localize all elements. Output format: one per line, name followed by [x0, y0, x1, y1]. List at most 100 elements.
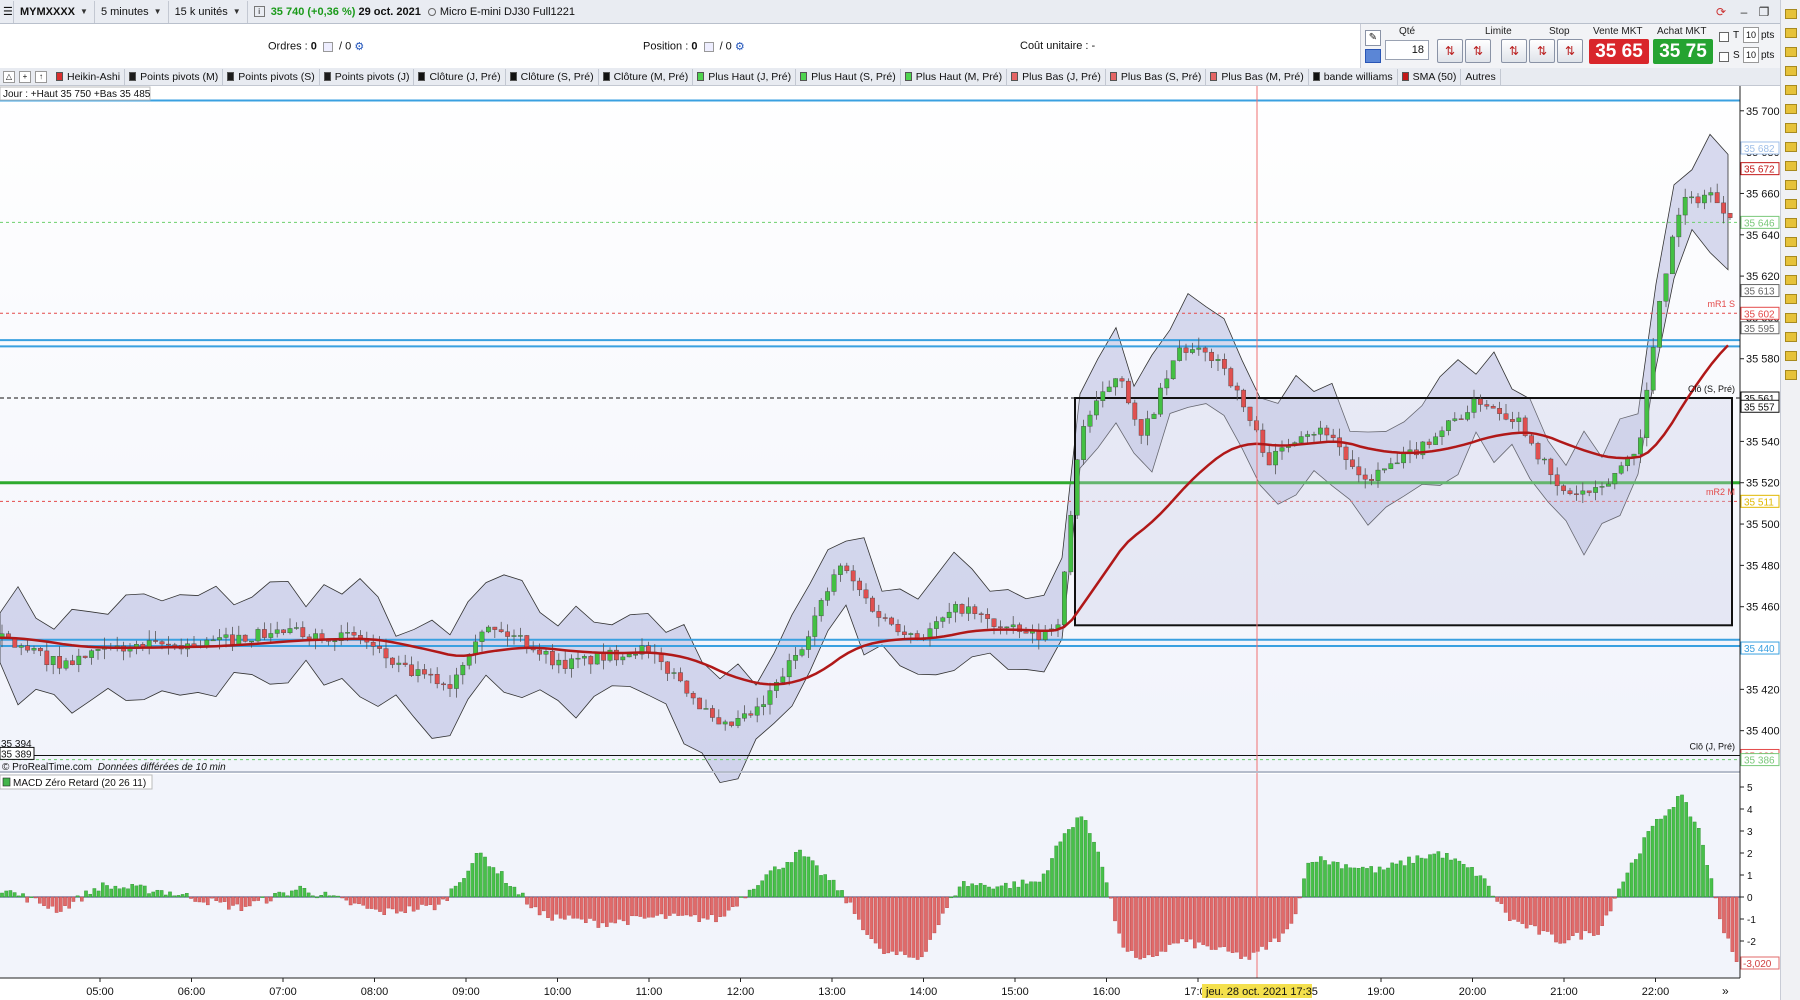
candle-body — [1145, 418, 1151, 436]
candle-body — [818, 600, 824, 617]
macd-bar — [1507, 896, 1512, 921]
macd-bar — [1260, 896, 1264, 947]
instrument-select[interactable]: MYMXXXX ▼ — [14, 0, 95, 23]
candle-body — [1196, 347, 1202, 350]
tool-icon-16[interactable] — [1784, 294, 1797, 304]
tool-icon-15[interactable] — [1784, 275, 1797, 285]
tools-icon[interactable]: ✎ — [1365, 30, 1381, 46]
macd-bar — [184, 893, 189, 898]
macd-bar — [273, 893, 277, 898]
stop-buy-button[interactable]: ⇅ — [1501, 39, 1527, 63]
range-box-rect[interactable] — [1074, 397, 1733, 627]
tool-icon-7[interactable] — [1784, 123, 1797, 133]
tool-icon-8[interactable] — [1784, 142, 1797, 152]
stop-extra-button[interactable]: ⇅ — [1557, 39, 1583, 63]
candle-body — [63, 660, 69, 669]
candle-body — [1042, 631, 1048, 640]
add-indicator-icon[interactable]: + — [19, 70, 31, 83]
candle-body — [95, 649, 101, 651]
tool-icon-12[interactable] — [1784, 218, 1797, 228]
info-icon[interactable]: i — [253, 6, 265, 17]
macd-bar — [311, 895, 315, 898]
calculator-icon[interactable] — [1365, 49, 1381, 63]
quantity-input[interactable]: 18 — [1385, 40, 1429, 60]
macd-bar — [369, 896, 374, 909]
legend-item[interactable]: Points pivots (M) — [125, 68, 224, 85]
restore-icon[interactable]: ❐ — [1755, 3, 1773, 21]
tool-icon-17[interactable] — [1784, 313, 1797, 323]
tool-icon-6[interactable] — [1784, 104, 1797, 114]
timeframe-select[interactable]: 5 minutes ▼ — [95, 0, 169, 23]
limit-sell-button[interactable]: ⇅ — [1465, 39, 1491, 63]
legend-item[interactable]: bande williams — [1309, 68, 1398, 85]
macd-bar — [684, 896, 689, 916]
tool-icon-14[interactable] — [1784, 256, 1797, 266]
candle-body — [1260, 429, 1266, 453]
s-points-input[interactable]: 10 — [1743, 47, 1759, 63]
legend-item[interactable]: Plus Bas (S, Pré) — [1106, 68, 1207, 85]
legend-item[interactable]: Points pivots (S) — [223, 68, 320, 85]
tool-icon-4[interactable] — [1784, 66, 1797, 76]
macd-bar — [1478, 875, 1483, 898]
candle-body — [793, 655, 799, 661]
legend-item[interactable]: Plus Haut (S, Pré) — [796, 68, 901, 85]
refresh-icon[interactable]: ⟳ — [1712, 3, 1730, 21]
macd-bar — [105, 885, 109, 898]
legend-item[interactable]: Clôture (S, Pré) — [506, 68, 599, 85]
tool-icon-2[interactable] — [1784, 28, 1797, 38]
candle-body — [1554, 474, 1560, 487]
arrow-up-icon[interactable]: ↑ — [35, 70, 47, 83]
gear-icon[interactable]: ⚙ — [354, 41, 364, 53]
tool-icon-1[interactable] — [1784, 9, 1797, 19]
legend-item[interactable]: Plus Haut (J, Pré) — [693, 68, 797, 85]
tool-icon-11[interactable] — [1784, 199, 1797, 209]
tool-icon-20[interactable] — [1784, 370, 1797, 380]
macd-bar — [894, 896, 899, 955]
position-list-icon[interactable] — [703, 41, 714, 52]
candle-body — [1497, 408, 1503, 414]
legend-item[interactable]: SMA (50) — [1398, 68, 1462, 85]
candle-body — [18, 645, 24, 648]
legend-item[interactable]: Plus Bas (M, Pré) — [1206, 68, 1309, 85]
scroll-right-icon[interactable]: » — [1722, 984, 1729, 998]
legend-item[interactable]: Clôture (M, Pré) — [599, 68, 694, 85]
legend-item[interactable]: Plus Bas (J, Pré) — [1007, 68, 1106, 85]
time-tick-label: 13:00 — [818, 986, 846, 998]
tool-icon-3[interactable] — [1784, 47, 1797, 57]
sell-market-button[interactable]: 35 65 — [1589, 39, 1649, 64]
units-select[interactable]: 15 k unités ▼ — [169, 0, 248, 23]
legend-item[interactable]: Clôture (J, Pré) — [414, 68, 506, 85]
s-checkbox[interactable] — [1719, 52, 1729, 62]
candle-body — [1202, 347, 1208, 353]
legend-item[interactable]: Points pivots (J) — [320, 68, 415, 85]
tool-icon-13[interactable] — [1784, 237, 1797, 247]
macd-bar — [794, 852, 798, 898]
macd-bar — [100, 882, 105, 898]
buy-market-button[interactable]: 35 75 — [1653, 39, 1713, 64]
macd-bar — [0, 892, 4, 898]
t-checkbox[interactable] — [1719, 32, 1729, 42]
legend-item[interactable]: Heikin-Ashi — [52, 68, 126, 85]
menu-icon[interactable]: ☰ — [0, 0, 14, 23]
tool-icon-9[interactable] — [1784, 161, 1797, 171]
candle-body — [1100, 391, 1106, 401]
tool-icon-19[interactable] — [1784, 351, 1797, 361]
limit-buy-button[interactable]: ⇅ — [1437, 39, 1463, 63]
tool-icon-10[interactable] — [1784, 180, 1797, 190]
candle-body — [902, 631, 907, 635]
legend-more-button[interactable]: Autres — [1461, 68, 1501, 85]
tool-icon-18[interactable] — [1784, 332, 1797, 342]
legend-label: Clôture (J, Pré) — [429, 70, 501, 83]
collapse-icon[interactable]: △ — [3, 70, 15, 83]
macd-bar — [25, 896, 30, 903]
legend-item[interactable]: Plus Haut (M, Pré) — [901, 68, 1008, 85]
stop-sell-button[interactable]: ⇅ — [1529, 39, 1555, 63]
candle-body — [1580, 490, 1586, 495]
gear-icon[interactable]: ⚙ — [735, 41, 745, 53]
orders-list-icon[interactable] — [322, 41, 333, 52]
price-chart[interactable]: 35 70035 68035 66035 64035 62035 60035 5… — [0, 86, 1780, 1000]
tool-icon-5[interactable] — [1784, 85, 1797, 95]
legend-label: SMA (50) — [1412, 70, 1457, 83]
t-points-input[interactable]: 10 — [1743, 27, 1759, 43]
minimize-icon[interactable]: – — [1735, 3, 1753, 21]
